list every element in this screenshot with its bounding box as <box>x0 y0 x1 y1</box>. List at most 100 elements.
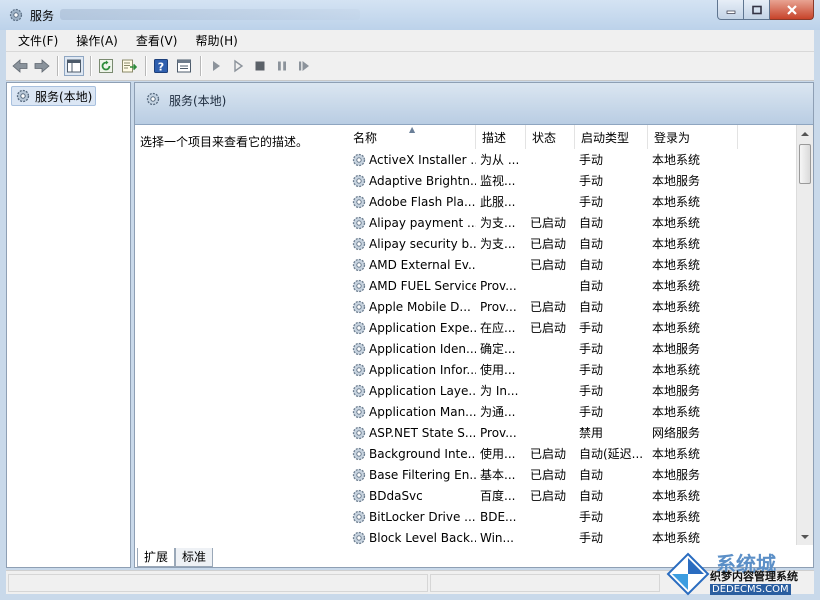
tab-extended[interactable]: 扩展 <box>137 548 176 567</box>
service-gear-icon <box>351 215 367 231</box>
service-logon-as: 本地系统 <box>652 279 701 293</box>
service-name-cell: Background Inte... <box>347 446 476 462</box>
menu-view[interactable]: 查看(V) <box>130 30 184 52</box>
table-row[interactable]: Block Level Back... Win... 手动 本地系统 <box>347 527 797 548</box>
service-logon-as: 本地系统 <box>652 195 701 209</box>
table-row[interactable]: BDdaSvc 百度... 已启动 自动 本地系统 <box>347 485 797 506</box>
service-logon-as: 本地服务 <box>652 468 701 482</box>
stop-service-button[interactable] <box>250 56 270 76</box>
vertical-scrollbar[interactable] <box>796 125 813 545</box>
service-name: Application Laye... <box>369 383 476 398</box>
service-status: 已启动 <box>530 468 567 482</box>
tree-item-services-local[interactable]: 服务(本地) <box>11 86 97 106</box>
restart-service-button[interactable] <box>294 56 314 76</box>
export-list-button[interactable] <box>119 56 139 76</box>
service-description: 为 In... <box>480 384 519 398</box>
column-header-logon-as[interactable]: 登录为 <box>648 125 738 149</box>
service-description: 为通... <box>480 405 516 419</box>
table-row[interactable]: AMD External Ev... 已启动 自动 本地系统 <box>347 254 797 275</box>
help-icon: ? <box>154 59 168 74</box>
table-row[interactable]: Alipay payment ... 为支... 已启动 自动 本地系统 <box>347 212 797 233</box>
service-startup-type: 自动(延迟... <box>579 447 644 461</box>
properties-icon <box>177 59 191 73</box>
menu-action[interactable]: 操作(A) <box>70 30 124 52</box>
table-row[interactable]: Application Iden... 确定... 手动 本地服务 <box>347 338 797 359</box>
status-segment <box>8 574 428 592</box>
table-row[interactable]: AMD FUEL Service Prov... 自动 本地系统 <box>347 275 797 296</box>
site-watermark: 系统城 织梦内容管理系统 DEDECMS.COM <box>666 546 816 600</box>
service-rows: ActiveX Installer ... 为从 ... 手动 本地系统 Adaptiv… <box>347 149 797 548</box>
restart-service-icon <box>299 61 309 71</box>
help-button[interactable]: ? <box>151 56 171 76</box>
scrollbar-thumb[interactable] <box>799 144 811 184</box>
toolbar-separator <box>200 56 202 76</box>
forward-arrow-icon <box>34 59 50 73</box>
close-icon <box>786 4 797 15</box>
back-button[interactable] <box>10 56 30 76</box>
service-logon-as: 网络服务 <box>652 426 701 440</box>
service-gear-icon <box>351 362 367 378</box>
properties-button[interactable] <box>174 56 194 76</box>
column-header-label: 登录为 <box>654 131 691 145</box>
service-gear-icon <box>351 320 367 336</box>
table-row[interactable]: Background Inte... 使用... 已启动 自动(延迟... 本地系统 <box>347 443 797 464</box>
service-logon-as: 本地服务 <box>652 174 701 188</box>
service-name: Application Infor... <box>369 362 476 377</box>
services-gear-icon <box>145 91 161 107</box>
table-row[interactable]: Alipay security b... 为支... 已启动 自动 本地系统 <box>347 233 797 254</box>
service-logon-as: 本地系统 <box>652 489 701 503</box>
close-button[interactable] <box>770 0 814 20</box>
maximize-button[interactable] <box>744 0 770 20</box>
table-row[interactable]: Adaptive Brightn... 监视... 手动 本地服务 <box>347 170 797 191</box>
table-row[interactable]: Base Filtering En... 基本... 已启动 自动 本地服务 <box>347 464 797 485</box>
column-header-startup-type[interactable]: 启动类型 <box>575 125 648 149</box>
service-logon-as: 本地系统 <box>652 447 701 461</box>
table-row[interactable]: Apple Mobile D... Prov... 已启动 自动 本地系统 <box>347 296 797 317</box>
table-row[interactable]: Application Man... 为通... 手动 本地系统 <box>347 401 797 422</box>
service-status: 已启动 <box>530 321 567 335</box>
table-row[interactable]: Application Laye... 为 In... 手动 本地服务 <box>347 380 797 401</box>
service-description: 基本... <box>480 468 516 482</box>
service-description: 使用... <box>480 447 516 461</box>
column-header-name[interactable]: ▲ 名称 <box>347 125 476 149</box>
table-row[interactable]: ActiveX Installer ... 为从 ... 手动 本地系统 <box>347 149 797 170</box>
forward-button[interactable] <box>32 56 52 76</box>
service-startup-type: 手动 <box>579 321 604 335</box>
menu-help[interactable]: 帮助(H) <box>189 30 243 52</box>
service-description: 为支... <box>480 237 516 251</box>
table-row[interactable]: Application Infor... 使用... 手动 本地系统 <box>347 359 797 380</box>
service-logon-as: 本地服务 <box>652 342 701 356</box>
scroll-up-button[interactable] <box>797 125 813 142</box>
export-list-icon <box>122 59 137 73</box>
column-header-status[interactable]: 状态 <box>526 125 575 149</box>
column-header-description[interactable]: 描述 <box>476 125 526 149</box>
minimize-button[interactable] <box>717 0 744 20</box>
status-segment <box>430 574 660 592</box>
table-row[interactable]: ASP.NET State S... Prov... 禁用 网络服务 <box>347 422 797 443</box>
tab-standard[interactable]: 标准 <box>175 548 214 567</box>
service-startup-type: 禁用 <box>579 426 604 440</box>
scroll-down-button[interactable] <box>797 528 813 545</box>
service-gear-icon <box>351 194 367 210</box>
service-gear-icon <box>351 299 367 315</box>
table-row[interactable]: BitLocker Drive ... BDE... 手动 本地系统 <box>347 506 797 527</box>
refresh-button[interactable] <box>96 56 116 76</box>
service-startup-type: 自动 <box>579 258 604 272</box>
service-logon-as: 本地系统 <box>652 258 701 272</box>
table-row[interactable]: Adobe Flash Pla... 此服... 手动 本地系统 <box>347 191 797 212</box>
title-bar: 服务 <box>0 0 820 30</box>
svg-text:?: ? <box>158 61 164 74</box>
start-service-button[interactable] <box>206 56 226 76</box>
service-name: AMD FUEL Service <box>369 278 476 293</box>
table-row[interactable]: Application Expe... 在应... 已启动 手动 本地系统 <box>347 317 797 338</box>
column-header-label: 名称 <box>353 131 378 145</box>
service-gear-icon <box>351 446 367 462</box>
service-description: Prov... <box>480 278 517 293</box>
pause-service-button[interactable] <box>272 56 292 76</box>
show-hide-tree-icon <box>67 59 81 73</box>
menu-file[interactable]: 文件(F) <box>12 30 64 52</box>
service-name-cell: BDdaSvc <box>347 488 476 504</box>
show-hide-tree-button[interactable] <box>64 56 84 76</box>
start-service-alt-button[interactable] <box>228 56 248 76</box>
service-gear-icon <box>351 488 367 504</box>
